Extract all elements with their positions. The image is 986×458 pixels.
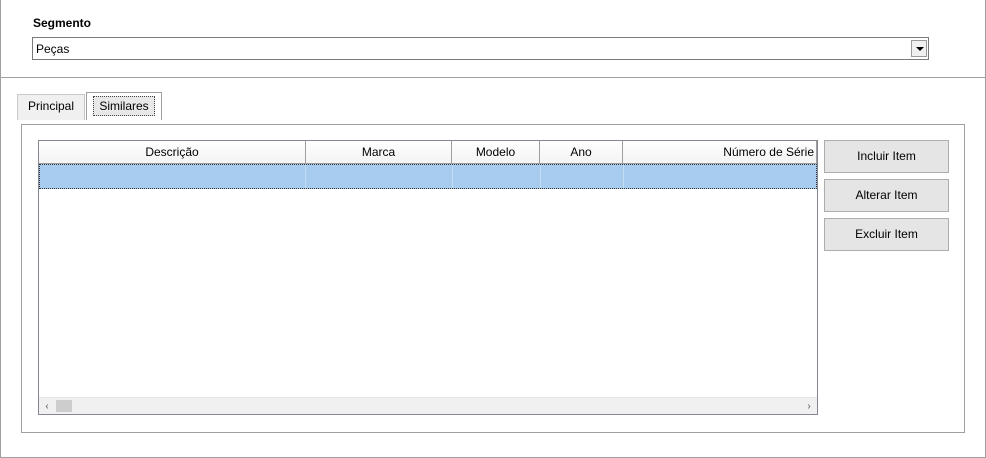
column-header-numero-serie[interactable]: Número de Série	[623, 141, 817, 164]
table-cell[interactable]	[453, 165, 541, 188]
horizontal-scrollbar[interactable]: ‹ ›	[39, 397, 817, 414]
window-frame: Segmento Peças Principal Similares Descr…	[0, 0, 986, 458]
tab-principal[interactable]: Principal	[17, 94, 85, 120]
chevron-down-icon[interactable]	[911, 40, 927, 57]
table-cell[interactable]	[624, 165, 816, 188]
segmento-label: Segmento	[33, 16, 92, 30]
chevron-left-icon[interactable]: ‹	[39, 399, 55, 414]
incluir-item-button[interactable]: Incluir Item	[824, 140, 949, 173]
table-row-selected[interactable]	[39, 164, 817, 189]
similares-grid[interactable]: Descrição Marca Modelo Ano Número de Sér…	[38, 140, 818, 415]
chevron-right-icon[interactable]: ›	[801, 399, 817, 414]
scrollbar-thumb[interactable]	[56, 400, 72, 412]
column-header-marca[interactable]: Marca	[306, 141, 452, 164]
segmento-selected-value: Peças	[36, 42, 70, 56]
alterar-item-button[interactable]: Alterar Item	[824, 179, 949, 212]
table-cell[interactable]	[541, 165, 624, 188]
tab-principal-label: Principal	[27, 99, 75, 113]
column-header-ano[interactable]: Ano	[540, 141, 623, 164]
column-header-modelo[interactable]: Modelo	[452, 141, 540, 164]
column-header-descricao[interactable]: Descrição	[39, 141, 306, 164]
segmento-dropdown[interactable]: Peças	[32, 37, 929, 60]
grid-header: Descrição Marca Modelo Ano Número de Sér…	[39, 141, 817, 164]
tab-similares[interactable]: Similares	[86, 92, 162, 120]
tab-similares-label: Similares	[93, 96, 155, 116]
divider	[1, 77, 986, 78]
table-cell[interactable]	[40, 165, 306, 188]
table-cell[interactable]	[306, 165, 453, 188]
excluir-item-button[interactable]: Excluir Item	[824, 218, 949, 251]
